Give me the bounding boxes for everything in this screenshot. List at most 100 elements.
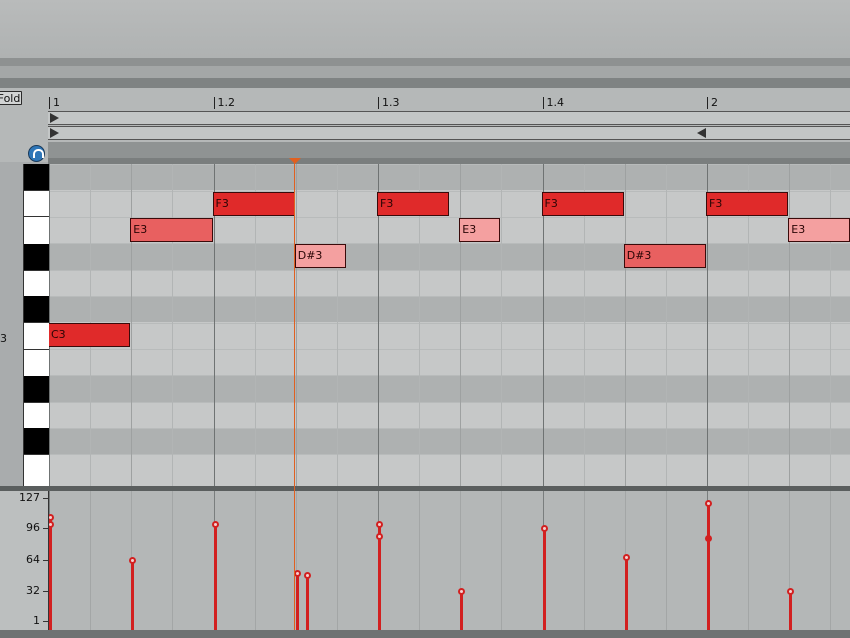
piano-black-key[interactable] [24, 376, 50, 402]
velocity-scale-label: 127 [19, 491, 40, 504]
ruler-label: 1.3 [382, 96, 400, 109]
grid-beat-line [665, 164, 667, 486]
velocity-scale-tick [43, 559, 48, 561]
piano-black-key[interactable] [24, 428, 50, 454]
piano-white-key[interactable] [24, 402, 50, 428]
piano-white-key[interactable] [24, 216, 50, 242]
horizontal-scroll-strip[interactable] [48, 142, 850, 158]
grid-row-line [49, 323, 850, 324]
grid-row-line [49, 402, 850, 403]
note-grid[interactable]: C3 E3 F3 D#3 F3 E3 F3 D#3 F3 E3 [49, 164, 850, 486]
velocity-handle[interactable] [705, 499, 712, 507]
grid-beat-line [501, 164, 503, 486]
piano-white-key[interactable] [24, 322, 50, 348]
midi-note[interactable]: C3 [49, 323, 131, 347]
velocity-stem[interactable] [789, 590, 793, 630]
grid-row-black-key [49, 244, 850, 270]
velocity-stem[interactable] [131, 559, 135, 630]
velocity-grid-line [748, 491, 750, 630]
velocity-grid-line [501, 491, 503, 630]
piano-white-key[interactable] [24, 270, 50, 296]
velocity-grid-line [665, 491, 667, 630]
midi-note[interactable]: E3 [130, 218, 213, 242]
octave-label: 3 [0, 332, 7, 345]
velocity-handle[interactable] [705, 535, 712, 543]
midi-note[interactable]: F3 [377, 192, 449, 216]
velocity-stem[interactable] [295, 573, 299, 630]
midi-note[interactable]: D#3 [294, 244, 347, 268]
bottom-scroll-bar[interactable] [0, 630, 850, 638]
loop-brace-lane[interactable] [48, 111, 850, 125]
ruler-tick [542, 97, 544, 109]
velocity-handle[interactable] [129, 556, 137, 564]
velocity-scale-tick [43, 590, 48, 592]
piano-keyboard[interactable] [23, 164, 51, 486]
velocity-handle[interactable] [293, 570, 301, 578]
velocity-stem[interactable] [542, 528, 546, 630]
piano-black-key[interactable] [24, 296, 50, 322]
midi-note[interactable]: E3 [459, 218, 501, 242]
velocity-scale: 127 96 64 32 1 [0, 491, 49, 630]
velocity-stem[interactable] [49, 524, 52, 630]
grid-beat-line [460, 164, 462, 486]
velocity-handle[interactable] [49, 513, 54, 521]
velocity-stem[interactable] [624, 556, 628, 630]
piano-black-key[interactable] [24, 244, 50, 270]
top-panel [0, 0, 850, 58]
top-divider [0, 78, 850, 88]
velocity-handle[interactable] [376, 521, 383, 529]
velocity-stem[interactable] [306, 575, 310, 630]
grid-beat-line [131, 164, 133, 486]
velocity-grid-line [172, 491, 174, 630]
piano-white-key[interactable] [24, 349, 50, 375]
velocity-handle[interactable] [458, 587, 466, 595]
grid-row-black-key [49, 429, 850, 455]
midi-note[interactable]: D#3 [623, 244, 706, 268]
piano-white-key[interactable] [24, 454, 50, 486]
loop-start-marker-icon[interactable] [50, 113, 59, 123]
midi-note[interactable]: F3 [541, 192, 624, 216]
grid-row-line [49, 164, 850, 165]
fold-button[interactable]: Fold [0, 91, 22, 105]
velocity-scale-tick [43, 621, 48, 622]
grid-beat-line [789, 164, 791, 486]
end-marker-icon[interactable] [697, 128, 706, 138]
start-end-marker-lane[interactable] [48, 126, 850, 140]
ruler-label: 1 [53, 96, 60, 109]
grid-row-line [49, 243, 850, 244]
velocity-lane[interactable] [49, 491, 850, 630]
ruler-tick [378, 97, 379, 109]
velocity-stem[interactable] [213, 524, 217, 630]
midi-note[interactable]: F3 [706, 192, 789, 216]
top-divider [0, 66, 850, 78]
midi-note[interactable]: E3 [788, 218, 850, 242]
grid-row-black-key [49, 164, 850, 190]
grid-row-line [49, 296, 850, 297]
grid-beat-line [336, 164, 338, 486]
velocity-grid-line [830, 491, 832, 630]
velocity-handle[interactable] [211, 521, 219, 529]
grid-row-black-key [49, 296, 850, 322]
velocity-handle[interactable] [540, 525, 548, 533]
velocity-handle[interactable] [376, 533, 383, 541]
velocity-grid-line [254, 491, 256, 630]
velocity-handle[interactable] [49, 521, 54, 529]
velocity-scale-label: 32 [26, 583, 40, 597]
velocity-handle[interactable] [622, 553, 630, 561]
velocity-stem[interactable] [707, 538, 710, 630]
midi-note[interactable]: F3 [212, 192, 295, 216]
headphone-preview-icon[interactable] [28, 145, 45, 162]
ruler-label: 2 [711, 96, 718, 109]
playhead-marker-icon[interactable] [288, 158, 301, 164]
velocity-scale-tick [43, 498, 48, 499]
velocity-stem[interactable] [378, 536, 381, 630]
top-divider [0, 58, 850, 66]
velocity-handle[interactable] [304, 572, 312, 580]
start-marker-icon[interactable] [50, 128, 59, 138]
piano-white-key[interactable] [24, 190, 50, 216]
velocity-scale-tick [43, 528, 48, 530]
grid-row-line [49, 270, 850, 271]
velocity-handle[interactable] [787, 587, 795, 595]
velocity-stem[interactable] [460, 590, 464, 630]
piano-black-key[interactable] [24, 164, 50, 190]
